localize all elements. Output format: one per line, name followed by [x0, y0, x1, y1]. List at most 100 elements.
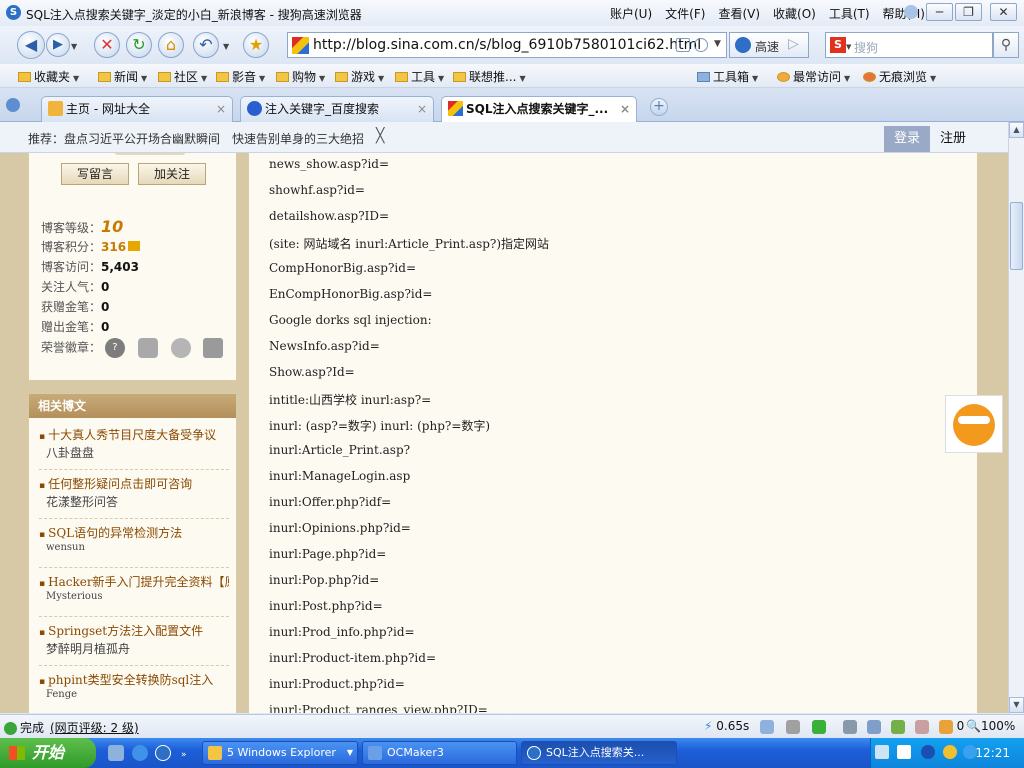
register-button[interactable]: 注册	[930, 126, 976, 152]
most-visited-button[interactable]: 最常访问 ▼	[777, 68, 850, 84]
restore-button[interactable]: ❐	[955, 3, 982, 21]
badge-question-icon[interactable]: ?	[104, 338, 125, 358]
back-button[interactable]: ◀	[17, 31, 45, 59]
fav-media[interactable]: 影音 ▼	[216, 68, 265, 84]
qq-icon[interactable]	[943, 745, 957, 759]
volume-icon[interactable]	[843, 719, 858, 734]
related-post-title[interactable]: 任何整形疑问点击即可咨询	[39, 475, 229, 492]
fav-lenovo[interactable]: 联想推... ▼	[453, 68, 526, 84]
menu-account[interactable]: 账户(U)	[610, 5, 652, 22]
minimize-button[interactable]: ─	[926, 3, 953, 21]
download-icon[interactable]	[811, 719, 826, 734]
recommendation-item-1[interactable]: 推荐：盘点习近平公开场合幽默瞬间	[28, 130, 220, 147]
related-post-item[interactable]: SQL语句的异常检测方法 wensun	[39, 522, 229, 568]
login-button[interactable]: 登录	[884, 126, 930, 152]
vertical-scrollbar[interactable]: ▲ ▼	[1008, 122, 1024, 714]
start-button[interactable]: 开始	[0, 738, 96, 768]
related-post-title[interactable]: Springset方法注入配置文件	[39, 622, 229, 639]
menu-view[interactable]: 查看(V)	[718, 5, 760, 22]
recommendation-item-2[interactable]: 快速告别单身的三大绝招	[232, 130, 364, 147]
related-post-author[interactable]: 花漾整形问答	[46, 493, 118, 510]
play-icon[interactable]: ▷	[788, 36, 799, 52]
tab-home[interactable]: 主页 - 网址大全 ×	[41, 96, 233, 122]
fav-community[interactable]: 社区 ▼	[158, 68, 207, 84]
recommendation-close-button[interactable]: ╳	[376, 128, 384, 144]
fav-news[interactable]: 新闻 ▼	[98, 68, 147, 84]
help-icon[interactable]	[897, 745, 911, 759]
menu-favorites[interactable]: 收藏(O)	[773, 5, 816, 22]
quicklaunch-desktop-icon[interactable]	[108, 745, 124, 761]
page-tools-icon[interactable]	[676, 38, 690, 52]
home-button[interactable]: ⌂	[158, 32, 184, 58]
related-post-item[interactable]: Springset方法注入配置文件 梦醉明月植孤舟	[39, 620, 229, 666]
tab-close-icon[interactable]: ×	[417, 97, 427, 121]
search-input[interactable]: 搜狗	[854, 39, 878, 56]
menu-file[interactable]: 文件(F)	[665, 5, 705, 22]
taskbar-item-sogou[interactable]: SQL注入点搜索关...	[521, 741, 677, 765]
skin-icon[interactable]	[904, 5, 918, 19]
quicklaunch-ie-icon[interactable]	[132, 745, 148, 761]
screenshot-icon[interactable]	[867, 719, 882, 734]
new-tab-button[interactable]: +	[650, 98, 668, 116]
menu-tools[interactable]: 工具(T)	[829, 5, 870, 22]
keyboard-icon[interactable]	[875, 745, 889, 759]
zoom-level[interactable]: 🔍100%	[966, 719, 1015, 733]
address-url[interactable]: http://blog.sina.com.cn/s/blog_6910b7580…	[313, 37, 701, 53]
stop-button[interactable]: ✕	[94, 32, 120, 58]
related-post-item[interactable]: 十大真人秀节目尺度大备受争议 八卦盘盘	[39, 424, 229, 470]
search-engine-icon[interactable]: S	[830, 37, 846, 53]
url-dropdown-icon[interactable]: ▼	[714, 39, 721, 49]
undo-close-button[interactable]: ↶	[193, 32, 219, 58]
write-message-button[interactable]: 写留言	[61, 163, 129, 185]
history-dropdown-icon[interactable]: ▼	[71, 42, 77, 51]
undo-dropdown-icon[interactable]: ▼	[223, 42, 229, 51]
private-browsing-button[interactable]: 无痕浏览 ▼	[863, 68, 936, 84]
related-post-item[interactable]: 任何整形疑问点击即可咨询 花漾整形问答	[39, 473, 229, 519]
scroll-down-arrow[interactable]: ▼	[1009, 697, 1024, 713]
badge-lock-icon[interactable]	[170, 338, 191, 358]
forward-button[interactable]: ▶	[46, 33, 70, 57]
fav-tools[interactable]: 工具 ▼	[395, 68, 444, 84]
follow-button[interactable]: 加关注	[138, 163, 206, 185]
close-button[interactable]: ✕	[990, 3, 1017, 21]
related-post-item[interactable]: phpint类型安全转换防sql注入 Fenge	[39, 669, 229, 713]
search-button[interactable]: ⚲	[993, 32, 1019, 58]
favorite-star-button[interactable]: ★	[243, 32, 269, 58]
related-post-title[interactable]: SQL语句的异常检测方法	[39, 524, 229, 541]
tab-close-icon[interactable]: ×	[216, 97, 226, 121]
page-rating-link[interactable]: (网页评级: 2 级)	[50, 719, 139, 736]
address-bar[interactable]: http://blog.sina.com.cn/s/blog_6910b7580…	[287, 32, 727, 58]
fav-shopping[interactable]: 购物 ▼	[276, 68, 325, 84]
related-post-author[interactable]: 梦醉明月植孤舟	[46, 640, 130, 657]
quicklaunch-sogou-icon[interactable]	[155, 745, 171, 761]
quicklaunch-more-icon[interactable]: »	[181, 750, 187, 760]
search-box[interactable]: S ▼ 搜狗	[825, 32, 993, 58]
tray-expand-icon[interactable]	[921, 745, 935, 759]
badge-camera-icon[interactable]	[137, 338, 158, 358]
related-post-item[interactable]: Hacker新手入门提升完全资料【原 Mysterious	[39, 571, 229, 617]
related-post-title[interactable]: phpint类型安全转换防sql注入	[39, 671, 229, 688]
related-post-author[interactable]: wensun	[46, 542, 85, 553]
scroll-thumb[interactable]	[1010, 202, 1023, 270]
related-post-author[interactable]: Mysterious	[46, 591, 103, 602]
speed-mode-button[interactable]: 高速 ▷	[729, 32, 809, 58]
fav-collection[interactable]: 收藏夹 ▼	[18, 68, 79, 84]
related-post-author[interactable]: Fenge	[46, 689, 77, 700]
badge-pen-icon[interactable]	[203, 338, 224, 358]
shield-icon[interactable]	[938, 719, 953, 734]
search-engine-dropdown-icon[interactable]: ▼	[846, 43, 851, 51]
toolbox-button[interactable]: 工具箱 ▼	[697, 68, 758, 84]
taskbar-item-explorer[interactable]: 5 Windows Explorer ▼	[202, 741, 358, 765]
tab-close-icon[interactable]: ×	[620, 97, 630, 121]
tab-baidu-search[interactable]: 注入关键字_百度搜索 ×	[240, 96, 434, 122]
related-post-author[interactable]: 八卦盘盘	[46, 444, 94, 461]
taskbar-item-ocmaker[interactable]: OCMaker3	[362, 741, 517, 765]
tab-sql-article[interactable]: SQL注入点搜索关键字_... ×	[441, 96, 637, 123]
tab-list-icon[interactable]	[6, 98, 20, 112]
refresh-button[interactable]: ↻	[126, 32, 152, 58]
floating-mascot-widget[interactable]	[945, 395, 1003, 453]
clock[interactable]: 12:21	[975, 746, 1010, 760]
scroll-up-arrow[interactable]: ▲	[1009, 122, 1024, 138]
related-post-title[interactable]: 十大真人秀节目尺度大备受争议	[39, 426, 229, 443]
security-icon[interactable]	[694, 38, 708, 52]
